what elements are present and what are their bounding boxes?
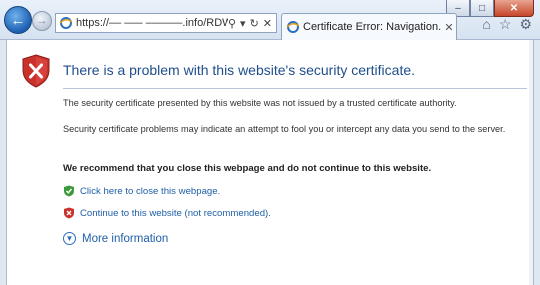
divider (63, 88, 527, 89)
close-webpage-link-text[interactable]: Click here to close this webpage. (80, 186, 220, 197)
paragraph-attack-warning: Security certificate problems may indica… (63, 124, 506, 134)
page-content: There is a problem with this website's s… (6, 40, 534, 285)
tab-label: Certificate Error: Navigation... (303, 21, 442, 33)
tab-certificate-error[interactable]: Certificate Error: Navigation... ✕ (281, 13, 457, 40)
address-tools: ⚲ ▾ ↻ ✕ (228, 17, 276, 30)
tools-gear-icon[interactable]: ⚙ (519, 16, 532, 33)
search-icon[interactable]: ⚲ (228, 17, 236, 30)
toolbar-icons: ⌂ ☆ ⚙ (482, 16, 532, 33)
address-bar[interactable]: https://–– ––– ––––––.info/RDWeb/ ⚲ ▾ ↻ … (55, 13, 277, 33)
forward-button[interactable]: → (32, 11, 52, 31)
dropdown-icon[interactable]: ▾ (240, 17, 246, 30)
paragraph-untrusted-authority: The security certificate presented by th… (63, 98, 457, 108)
back-arrow-icon: ← (10, 11, 26, 29)
home-icon[interactable]: ⌂ (482, 16, 490, 33)
continue-website-link-text[interactable]: Continue to this website (not recommende… (80, 208, 271, 219)
page-title: There is a problem with this website's s… (63, 62, 416, 78)
red-shield-x-icon (64, 207, 74, 219)
shield-error-icon (22, 54, 50, 88)
tab-close-icon[interactable]: ✕ (442, 21, 456, 34)
favorites-icon[interactable]: ☆ (499, 16, 512, 33)
close-window-button[interactable]: ✕ (494, 0, 534, 17)
forward-arrow-icon: → (36, 15, 48, 27)
close-webpage-link[interactable]: Click here to close this webpage. (63, 185, 220, 197)
more-information-text[interactable]: More information (82, 233, 168, 245)
refresh-icon[interactable]: ↻ (250, 17, 259, 30)
more-information-toggle[interactable]: ▼ More information (63, 232, 168, 245)
ie-tab-icon (286, 20, 300, 34)
recommendation-text: We recommend that you close this webpage… (63, 163, 432, 174)
browser-chrome: – □ ✕ ← → https://–– ––– ––––––.info/RDW… (0, 0, 540, 40)
back-button[interactable]: ← (4, 6, 32, 34)
continue-website-link[interactable]: Continue to this website (not recommende… (63, 207, 271, 219)
scrollbar[interactable] (529, 40, 533, 285)
green-shield-check-icon (64, 185, 74, 197)
maximize-button[interactable]: □ (470, 0, 494, 17)
ie-page-icon (59, 16, 73, 30)
window-controls: – □ ✕ (446, 0, 534, 17)
url-text[interactable]: https://–– ––– ––––––.info/RDWeb/ (76, 17, 228, 29)
chevron-down-icon: ▼ (63, 232, 76, 245)
stop-icon[interactable]: ✕ (263, 17, 272, 30)
